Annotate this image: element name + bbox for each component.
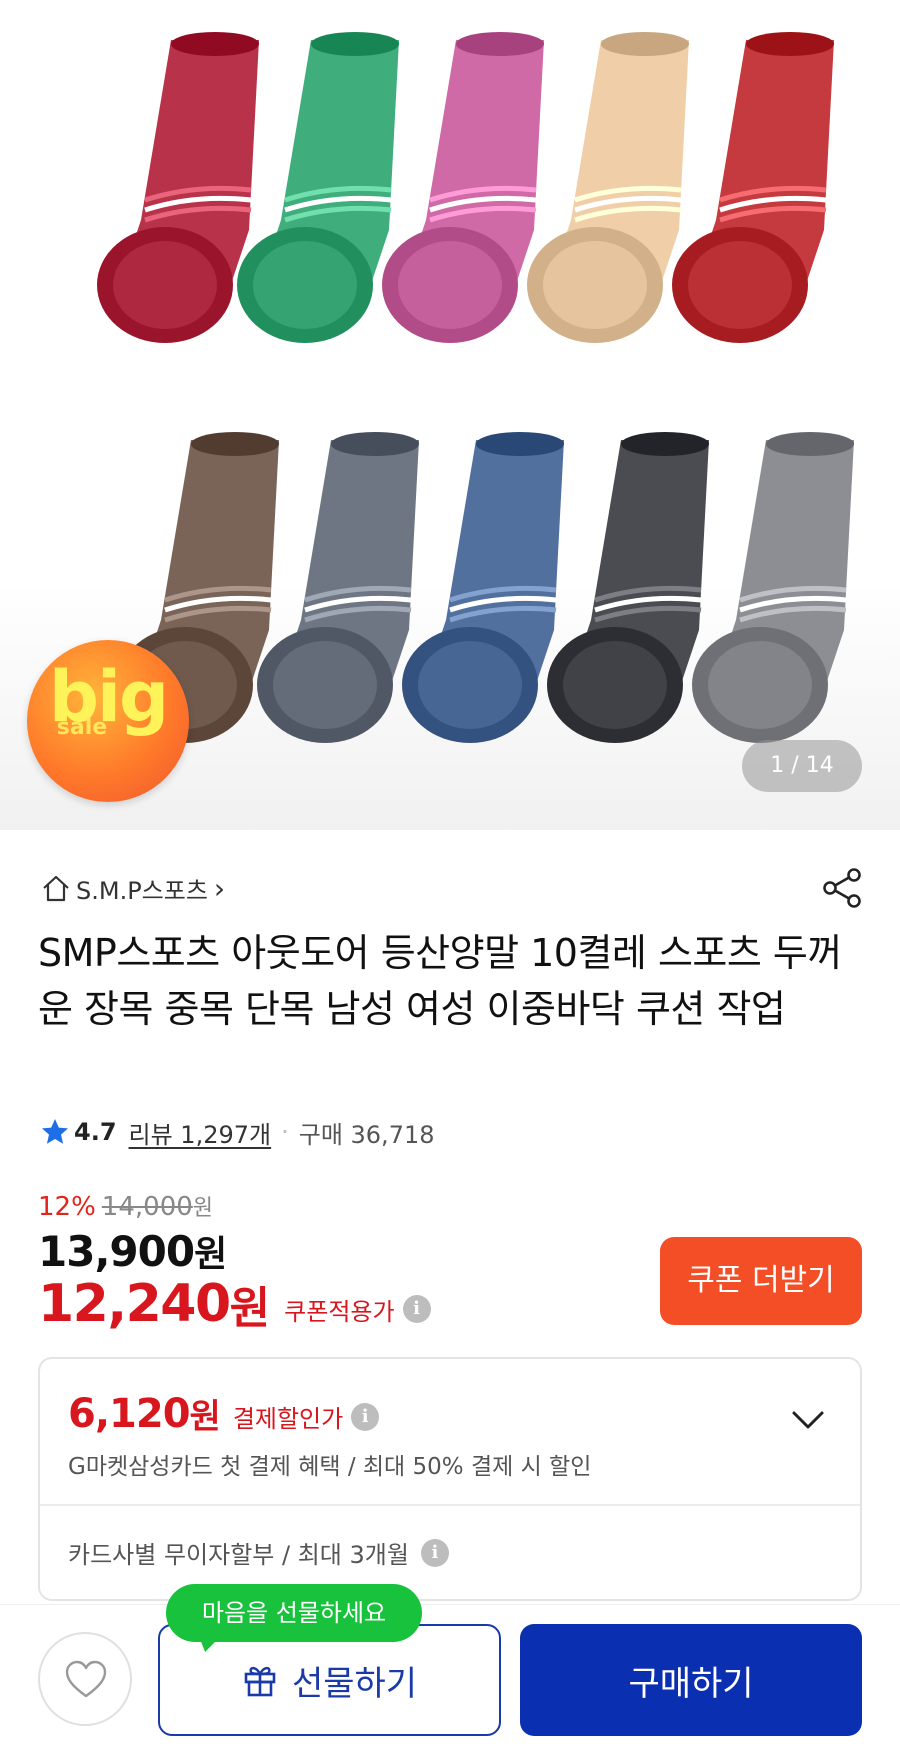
coupon-price-amount: 12,240 bbox=[38, 1274, 231, 1334]
sock-bottom-4 bbox=[692, 432, 854, 743]
installment-info: 카드사별 무이자할부 / 최대 3개월 i bbox=[68, 1535, 449, 1570]
card-discount-label: 결제할인가 bbox=[232, 1405, 344, 1433]
gift-button-label: 선물하기 bbox=[291, 1663, 418, 1704]
separator-dot: · bbox=[281, 1118, 289, 1146]
sale-price: 13,900원 bbox=[38, 1225, 227, 1277]
card-discount-price: 6,120 원 결제할인가 i bbox=[68, 1389, 380, 1438]
big-sale-badge: big sale bbox=[27, 640, 189, 802]
sale-price-amount: 13,900 bbox=[38, 1227, 195, 1276]
discount-percent: 12% bbox=[38, 1192, 96, 1222]
image-pager: 1 / 14 bbox=[742, 740, 862, 792]
home-icon bbox=[43, 875, 69, 902]
card-discount-unit: 원 bbox=[189, 1397, 221, 1437]
rating-score: 4.7 bbox=[74, 1118, 117, 1146]
card-benefit-box: 6,120 원 결제할인가 i G마켓삼성카드 첫 결제 혜택 / 최대 50%… bbox=[38, 1357, 862, 1601]
gift-tooltip: 마음을 선물하세요 bbox=[166, 1584, 422, 1642]
seller-name: S.M.P스포츠 bbox=[76, 876, 208, 905]
coupon-price: 12,240 원 쿠폰적용가 i bbox=[38, 1272, 431, 1336]
sock-top-2 bbox=[382, 32, 544, 343]
coupon-price-unit: 원 bbox=[229, 1283, 271, 1334]
sock-top-1 bbox=[237, 32, 399, 343]
sock-top-0 bbox=[97, 32, 259, 343]
sock-bottom-2 bbox=[402, 432, 564, 743]
installment-text: 카드사별 무이자할부 / 최대 3개월 bbox=[68, 1541, 409, 1569]
divider bbox=[40, 1504, 860, 1506]
share-icon[interactable] bbox=[820, 866, 864, 910]
purchase-count: 구매 36,718 bbox=[298, 1120, 435, 1149]
original-price: 14,000 bbox=[101, 1192, 193, 1222]
sock-top-4 bbox=[672, 32, 834, 343]
get-coupon-button[interactable]: 쿠폰 더받기 bbox=[660, 1237, 862, 1325]
sock-bottom-3 bbox=[547, 432, 709, 743]
review-count-link[interactable]: 리뷰 1,297개 bbox=[129, 1115, 272, 1150]
product-image-carousel[interactable]: big sale 1 / 14 bbox=[0, 0, 900, 830]
buy-button[interactable]: 구매하기 bbox=[520, 1624, 862, 1736]
coupon-price-label: 쿠폰적용가 bbox=[284, 1297, 395, 1326]
info-icon[interactable]: i bbox=[420, 1538, 449, 1567]
gift-icon bbox=[244, 1666, 276, 1697]
heart-icon bbox=[65, 1660, 107, 1698]
original-price-unit: 원 bbox=[192, 1196, 214, 1221]
sock-top-3 bbox=[527, 32, 689, 343]
info-icon[interactable]: i bbox=[402, 1295, 431, 1323]
rating-row: 4.7 리뷰 1,297개 · 구매 36,718 bbox=[40, 1112, 435, 1152]
badge-big-text: big bbox=[48, 656, 169, 738]
product-title: SMP스포츠 아웃도어 등산양말 10켤레 스포츠 두꺼운 장목 중목 단목 남… bbox=[38, 931, 842, 1031]
chevron-down-icon[interactable] bbox=[788, 1405, 828, 1435]
chevron-right-icon: › bbox=[213, 871, 226, 905]
wishlist-button[interactable] bbox=[38, 1632, 132, 1726]
star-icon bbox=[42, 1119, 68, 1144]
card-discount-amount: 6,120 bbox=[68, 1390, 191, 1437]
card-benefit-description: G마켓삼성카드 첫 결제 혜택 / 최대 50% 결제 시 할인 bbox=[68, 1454, 592, 1480]
info-icon[interactable]: i bbox=[351, 1402, 380, 1431]
sock-bottom-1 bbox=[257, 432, 419, 743]
seller-link[interactable]: S.M.P스포츠 › bbox=[40, 870, 225, 906]
sale-price-unit: 원 bbox=[194, 1234, 227, 1275]
discount-row: 12% 14,000 원 bbox=[38, 1190, 213, 1222]
